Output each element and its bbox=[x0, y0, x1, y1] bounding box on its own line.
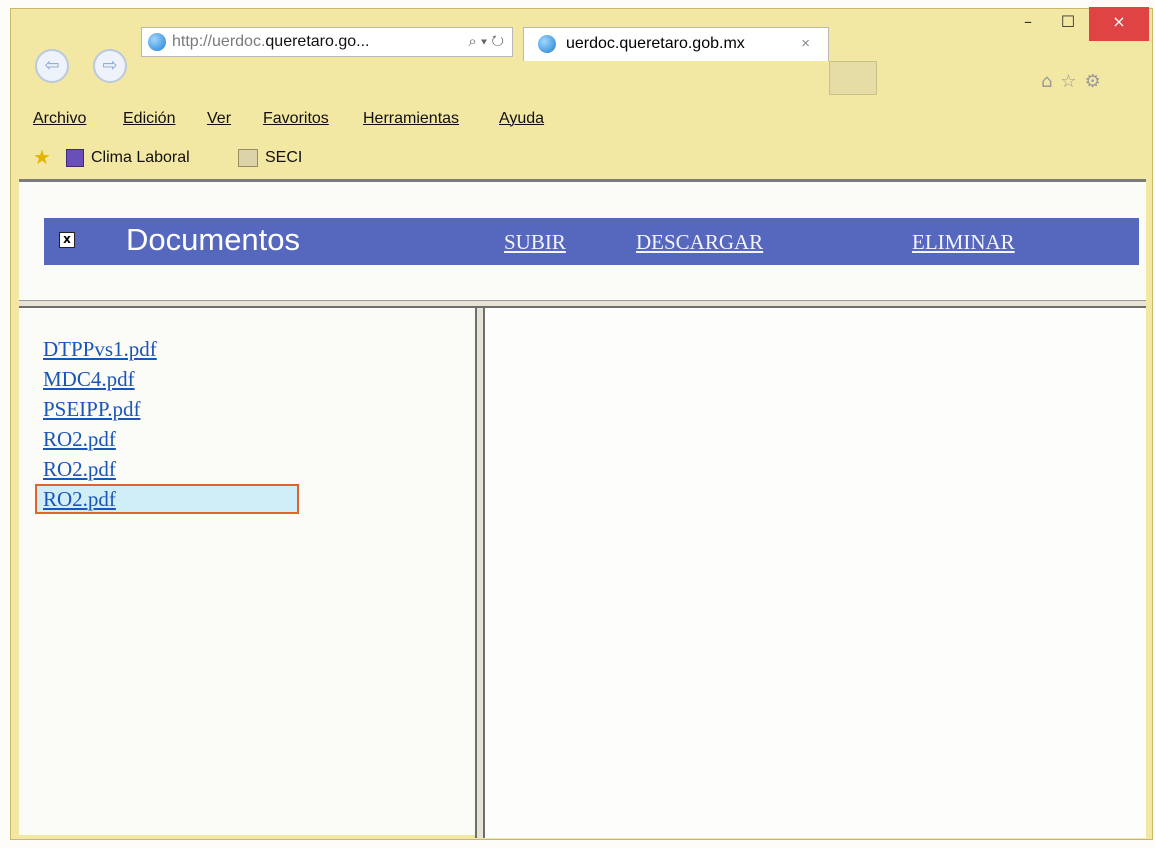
close-window-button[interactable]: × bbox=[1089, 7, 1149, 41]
menu-herramientas[interactable]: Herramientas bbox=[363, 104, 459, 134]
list-icon bbox=[66, 149, 84, 167]
minimize-button[interactable]: – bbox=[1011, 7, 1045, 41]
back-arrow-icon: ⇦ bbox=[44, 55, 60, 76]
new-tab-button[interactable] bbox=[829, 61, 877, 95]
file-link[interactable]: DTPPvs1.pdf bbox=[43, 337, 157, 361]
broken-image-icon: x bbox=[59, 232, 75, 248]
file-list: DTPPvs1.pdf MDC4.pdf PSEIPP.pdf RO2.pdf … bbox=[35, 334, 299, 514]
favorite-clima-laboral[interactable]: Clima Laboral bbox=[91, 141, 190, 175]
ie-globe-icon bbox=[148, 33, 166, 51]
forward-arrow-icon: ⇨ bbox=[102, 55, 118, 76]
favorite-seci[interactable]: SECI bbox=[265, 141, 302, 175]
file-item: MDC4.pdf bbox=[43, 364, 299, 394]
preview-frame bbox=[485, 308, 1146, 838]
file-link[interactable]: RO2.pdf bbox=[43, 487, 116, 511]
tab-title: uerdoc.queretaro.gob.mx bbox=[566, 35, 745, 52]
home-favorites-settings-icons[interactable]: ⌂☆⚙ bbox=[1041, 71, 1109, 92]
menu-edicion[interactable]: Edición bbox=[123, 104, 175, 134]
header-bar: x Documentos SUBIR DESCARGAR ELIMINAR bbox=[44, 218, 1139, 265]
search-refresh-icons[interactable]: ⌕ ▾ ↻ bbox=[468, 28, 504, 56]
forward-button[interactable]: ⇨ bbox=[93, 49, 127, 83]
descargar-link[interactable]: DESCARGAR bbox=[636, 230, 763, 255]
menu-ayuda[interactable]: Ayuda bbox=[499, 104, 544, 134]
file-link[interactable]: MDC4.pdf bbox=[43, 367, 135, 391]
eliminar-link[interactable]: ELIMINAR bbox=[912, 230, 1015, 255]
file-item: RO2.pdf bbox=[43, 454, 299, 484]
favorites-bar: ★ Clima Laboral SECI bbox=[11, 141, 1152, 175]
tab-active[interactable]: uerdoc.queretaro.gob.mx × bbox=[523, 27, 829, 61]
tab-close-icon[interactable]: × bbox=[801, 28, 810, 60]
file-link[interactable]: RO2.pdf bbox=[43, 427, 116, 451]
file-item: DTPPvs1.pdf bbox=[43, 334, 299, 364]
file-link[interactable]: RO2.pdf bbox=[43, 457, 116, 481]
address-bar[interactable]: http://uerdoc.queretaro.go... ⌕ ▾ ↻ bbox=[141, 27, 513, 57]
menu-ver[interactable]: Ver bbox=[207, 104, 231, 134]
menu-bar: Archivo Edición Ver Favoritos Herramient… bbox=[11, 104, 1152, 134]
frame-divider-vertical[interactable] bbox=[475, 308, 485, 838]
file-link[interactable]: PSEIPP.pdf bbox=[43, 397, 140, 421]
file-list-frame: DTPPvs1.pdf MDC4.pdf PSEIPP.pdf RO2.pdf … bbox=[19, 308, 475, 838]
maximize-button[interactable]: ☐ bbox=[1051, 7, 1085, 41]
star-icon[interactable]: ★ bbox=[33, 141, 51, 175]
address-scheme: http://uerdoc. bbox=[172, 33, 266, 50]
back-button[interactable]: ⇦ bbox=[35, 49, 69, 83]
ie-globe-icon bbox=[538, 35, 556, 53]
title-bar: ⇦ ⇨ http://uerdoc.queretaro.go... ⌕ ▾ ↻ … bbox=[11, 7, 1152, 105]
address-host: queretaro.go... bbox=[265, 33, 370, 50]
header-frame: x Documentos SUBIR DESCARGAR ELIMINAR bbox=[19, 182, 1146, 300]
file-item: PSEIPP.pdf bbox=[43, 394, 299, 424]
subir-link[interactable]: SUBIR bbox=[504, 230, 566, 255]
browser-window: ⇦ ⇨ http://uerdoc.queretaro.go... ⌕ ▾ ↻ … bbox=[10, 7, 1153, 840]
page-title: Documentos bbox=[126, 222, 301, 257]
frame-divider-horizontal[interactable] bbox=[19, 300, 1146, 308]
file-item: RO2.pdf bbox=[43, 424, 299, 454]
menu-favoritos[interactable]: Favoritos bbox=[263, 104, 329, 134]
menu-archivo[interactable]: Archivo bbox=[33, 104, 86, 134]
file-item-selected: RO2.pdf bbox=[35, 484, 299, 514]
image-icon bbox=[238, 149, 258, 167]
page-content: x Documentos SUBIR DESCARGAR ELIMINAR DT… bbox=[19, 179, 1146, 838]
